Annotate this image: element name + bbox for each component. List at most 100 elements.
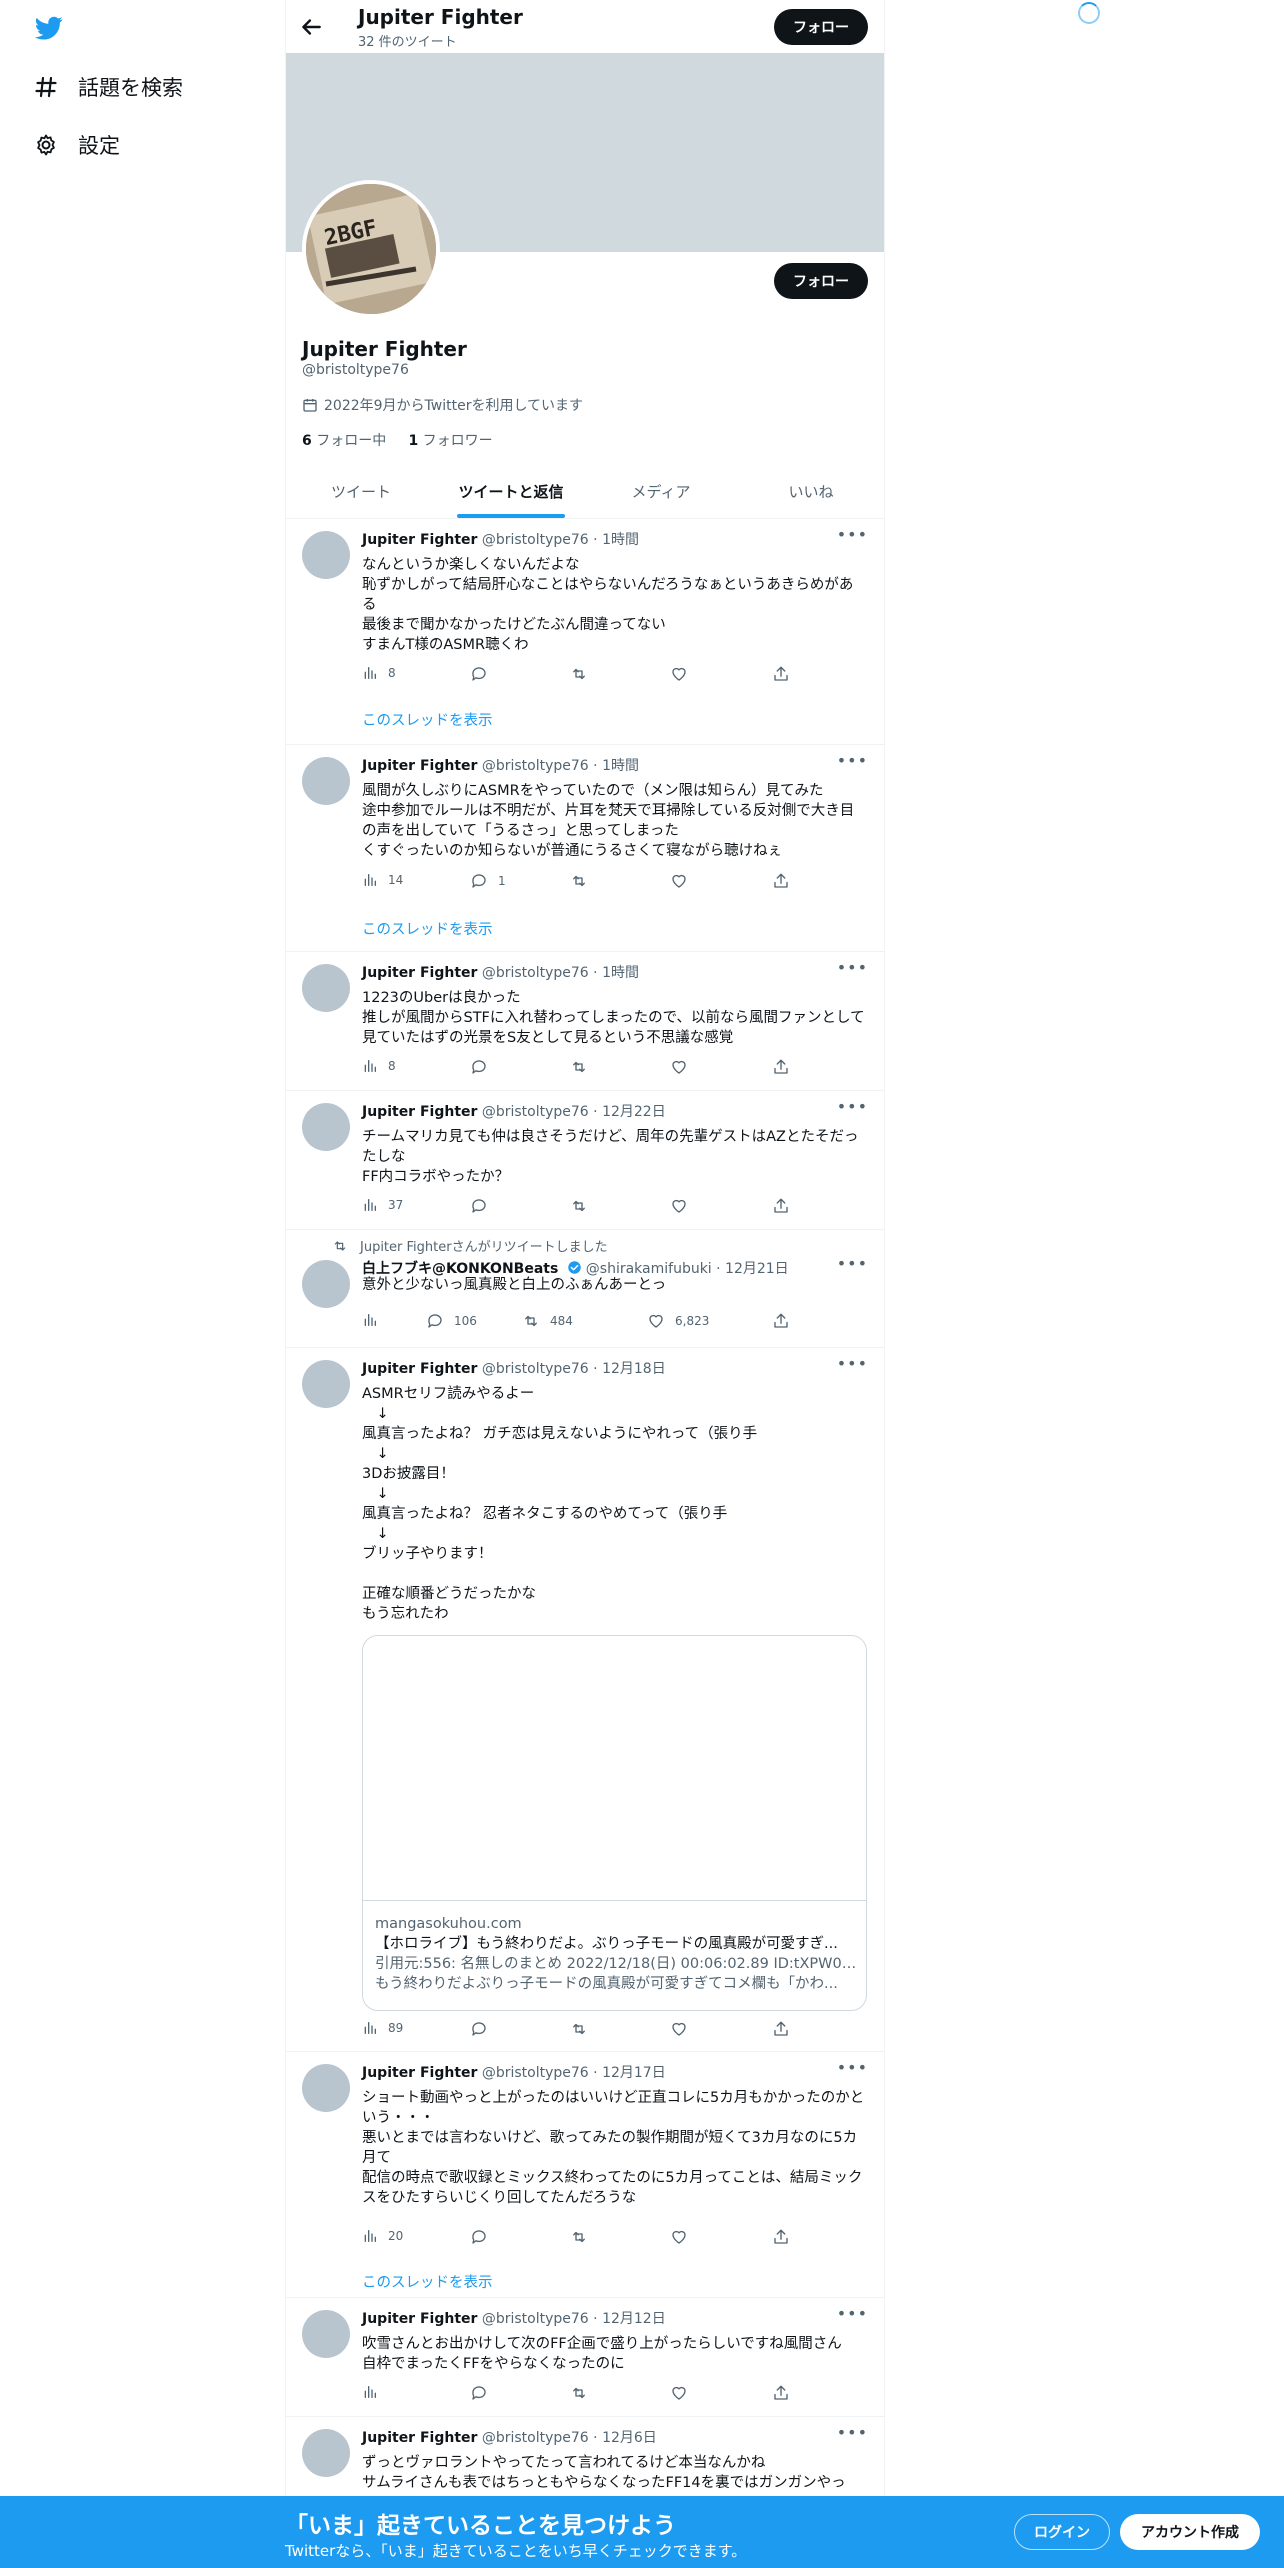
reply-button[interactable]: [470, 2228, 498, 2246]
tweet-avatar[interactable]: [302, 964, 350, 1012]
like-button[interactable]: 6,823: [647, 1312, 709, 1330]
tweet-item[interactable]: Jupiter Fighter @bristoltype76 · 12月22日 •…: [286, 1091, 884, 1230]
more-options-icon[interactable]: •••: [837, 751, 868, 770]
tweet-avatar[interactable]: [302, 2064, 350, 2112]
reply-button[interactable]: [470, 1197, 498, 1215]
following-link[interactable]: 6 フォロー中: [302, 433, 386, 449]
more-options-icon[interactable]: •••: [837, 525, 868, 544]
tweet-author-name[interactable]: Jupiter Fighter: [362, 1361, 477, 1377]
reply-button[interactable]: [470, 1058, 498, 1076]
share-button[interactable]: [772, 872, 790, 890]
more-options-icon[interactable]: •••: [837, 1254, 868, 1273]
tweet-meta: @bristoltype76 · 1時間: [481, 758, 639, 774]
tweet-author-name[interactable]: Jupiter Fighter: [362, 2065, 477, 2081]
tweet-text: 1223のUberは良かった 推しが風間からSTFに入れ替わってしまったので、以…: [362, 990, 865, 1046]
retweet-button[interactable]: 484: [522, 1312, 573, 1330]
views-button[interactable]: 8: [362, 665, 396, 681]
followers-link[interactable]: 1 フォロワー: [408, 433, 492, 449]
login-button[interactable]: ログイン: [1014, 2514, 1110, 2550]
views-button[interactable]: 14: [362, 872, 403, 888]
tweet-avatar[interactable]: [302, 1260, 350, 1308]
views-button[interactable]: [362, 2384, 388, 2400]
show-thread-link[interactable]: このスレッドを表示: [362, 2271, 493, 2292]
more-options-icon[interactable]: •••: [837, 958, 868, 977]
more-options-icon[interactable]: •••: [837, 2304, 868, 2323]
tweet-item[interactable]: Jupiter Fighter @bristoltype76 · 12月6日 ••…: [286, 2417, 884, 2507]
more-options-icon[interactable]: •••: [837, 1097, 868, 1116]
reply-button[interactable]: [470, 2384, 498, 2402]
show-thread-link[interactable]: このスレッドを表示: [362, 918, 493, 939]
signup-button[interactable]: アカウント作成: [1120, 2514, 1260, 2550]
tweet-item[interactable]: Jupiter Fighter @bristoltype76 · 1時間 ••• 1…: [286, 952, 884, 1091]
retweet-button[interactable]: [570, 665, 598, 683]
tweet-author-name[interactable]: Jupiter Fighter: [362, 532, 477, 548]
show-thread-link[interactable]: このスレッドを表示: [362, 709, 493, 730]
tweet-item[interactable]: Jupiter Fighter @bristoltype76 · 1時間 ••• な…: [286, 519, 884, 745]
tweet-author-name[interactable]: Jupiter Fighter: [362, 758, 477, 774]
more-options-icon[interactable]: •••: [837, 2058, 868, 2077]
share-button[interactable]: [772, 2020, 790, 2038]
reply-button[interactable]: 106: [426, 1312, 477, 1330]
retweet-button[interactable]: [570, 1197, 598, 1215]
tweet-item[interactable]: Jupiter Fighterさんがリツイートしました 白上フブキ@KONKONB…: [286, 1230, 884, 1348]
retweet-button[interactable]: [570, 2228, 598, 2246]
retweet-button[interactable]: [570, 872, 598, 890]
header-follow-button[interactable]: フォロー: [774, 9, 868, 45]
reply-button[interactable]: 1: [470, 872, 506, 890]
tab-likes[interactable]: いいね: [736, 465, 884, 518]
share-button[interactable]: [772, 2228, 790, 2246]
tweet-avatar[interactable]: [302, 1360, 350, 1408]
views-button[interactable]: 37: [362, 1197, 403, 1213]
like-button[interactable]: [670, 1058, 698, 1076]
views-icon: [364, 2230, 376, 2242]
profile-follow-button[interactable]: フォロー: [774, 263, 868, 299]
share-button[interactable]: [772, 1312, 790, 1330]
tweet-author-name[interactable]: Jupiter Fighter: [362, 2311, 477, 2327]
tweet-avatar[interactable]: [302, 2310, 350, 2358]
profile-avatar[interactable]: 2BGF: [302, 180, 440, 318]
back-arrow-icon[interactable]: [298, 14, 324, 40]
like-button[interactable]: [670, 872, 698, 890]
retweet-button[interactable]: [570, 2020, 598, 2038]
share-button[interactable]: [772, 1058, 790, 1076]
tab-tweets-and-replies[interactable]: ツイートと返信: [436, 465, 586, 518]
like-button[interactable]: [670, 2020, 698, 2038]
tab-tweets[interactable]: ツイート: [286, 465, 436, 518]
share-button[interactable]: [772, 1197, 790, 1215]
views-button[interactable]: 20: [362, 2228, 403, 2244]
like-button[interactable]: [670, 2228, 698, 2246]
share-button[interactable]: [772, 2384, 790, 2402]
tweet-item[interactable]: Jupiter Fighter @bristoltype76 · 12月18日 •…: [286, 1348, 884, 2052]
tweet-author-name[interactable]: Jupiter Fighter: [362, 965, 477, 981]
tweet-avatar[interactable]: [302, 531, 350, 579]
tweet-author-name[interactable]: Jupiter Fighter: [362, 2430, 477, 2446]
retweet-button[interactable]: [570, 2384, 598, 2402]
twitter-bird-icon[interactable]: [32, 14, 66, 42]
views-icon: [364, 2022, 376, 2034]
share-button[interactable]: [772, 665, 790, 683]
link-card[interactable]: mangasokuhou.com 【ホロライブ】もう終わりだよ。ぶりっ子モードの風…: [362, 1635, 867, 2011]
tweet-item[interactable]: Jupiter Fighter @bristoltype76 · 12月17日 •…: [286, 2052, 884, 2298]
more-options-icon[interactable]: •••: [837, 1354, 868, 1373]
reply-button[interactable]: [470, 2020, 498, 2038]
retweet-button[interactable]: [570, 1058, 598, 1076]
views-button[interactable]: 8: [362, 1058, 396, 1074]
nav-settings[interactable]: 設定: [32, 130, 120, 160]
tweet-author-name[interactable]: Jupiter Fighter: [362, 1104, 477, 1120]
tweet-avatar[interactable]: [302, 757, 350, 805]
like-button[interactable]: [670, 2384, 698, 2402]
link-card-title: 【ホロライブ】もう終わりだよ。ぶりっ子モードの風真殿が可愛すぎ...: [375, 1936, 838, 1952]
nav-explore[interactable]: 話題を検索: [32, 72, 183, 102]
like-button[interactable]: [670, 665, 698, 683]
tab-media[interactable]: メディア: [586, 465, 736, 518]
tweet-item[interactable]: Jupiter Fighter @bristoltype76 · 12月12日 •…: [286, 2298, 884, 2417]
retweet-icon: [573, 1200, 585, 1212]
more-options-icon[interactable]: •••: [837, 2423, 868, 2442]
tweet-item[interactable]: Jupiter Fighter @bristoltype76 · 1時間 ••• 風…: [286, 745, 884, 952]
tweet-avatar[interactable]: [302, 2429, 350, 2477]
tweet-avatar[interactable]: [302, 1103, 350, 1151]
like-button[interactable]: [670, 1197, 698, 1215]
views-button[interactable]: 89: [362, 2020, 403, 2036]
reply-button[interactable]: [470, 665, 498, 683]
views-button[interactable]: [362, 1312, 388, 1328]
